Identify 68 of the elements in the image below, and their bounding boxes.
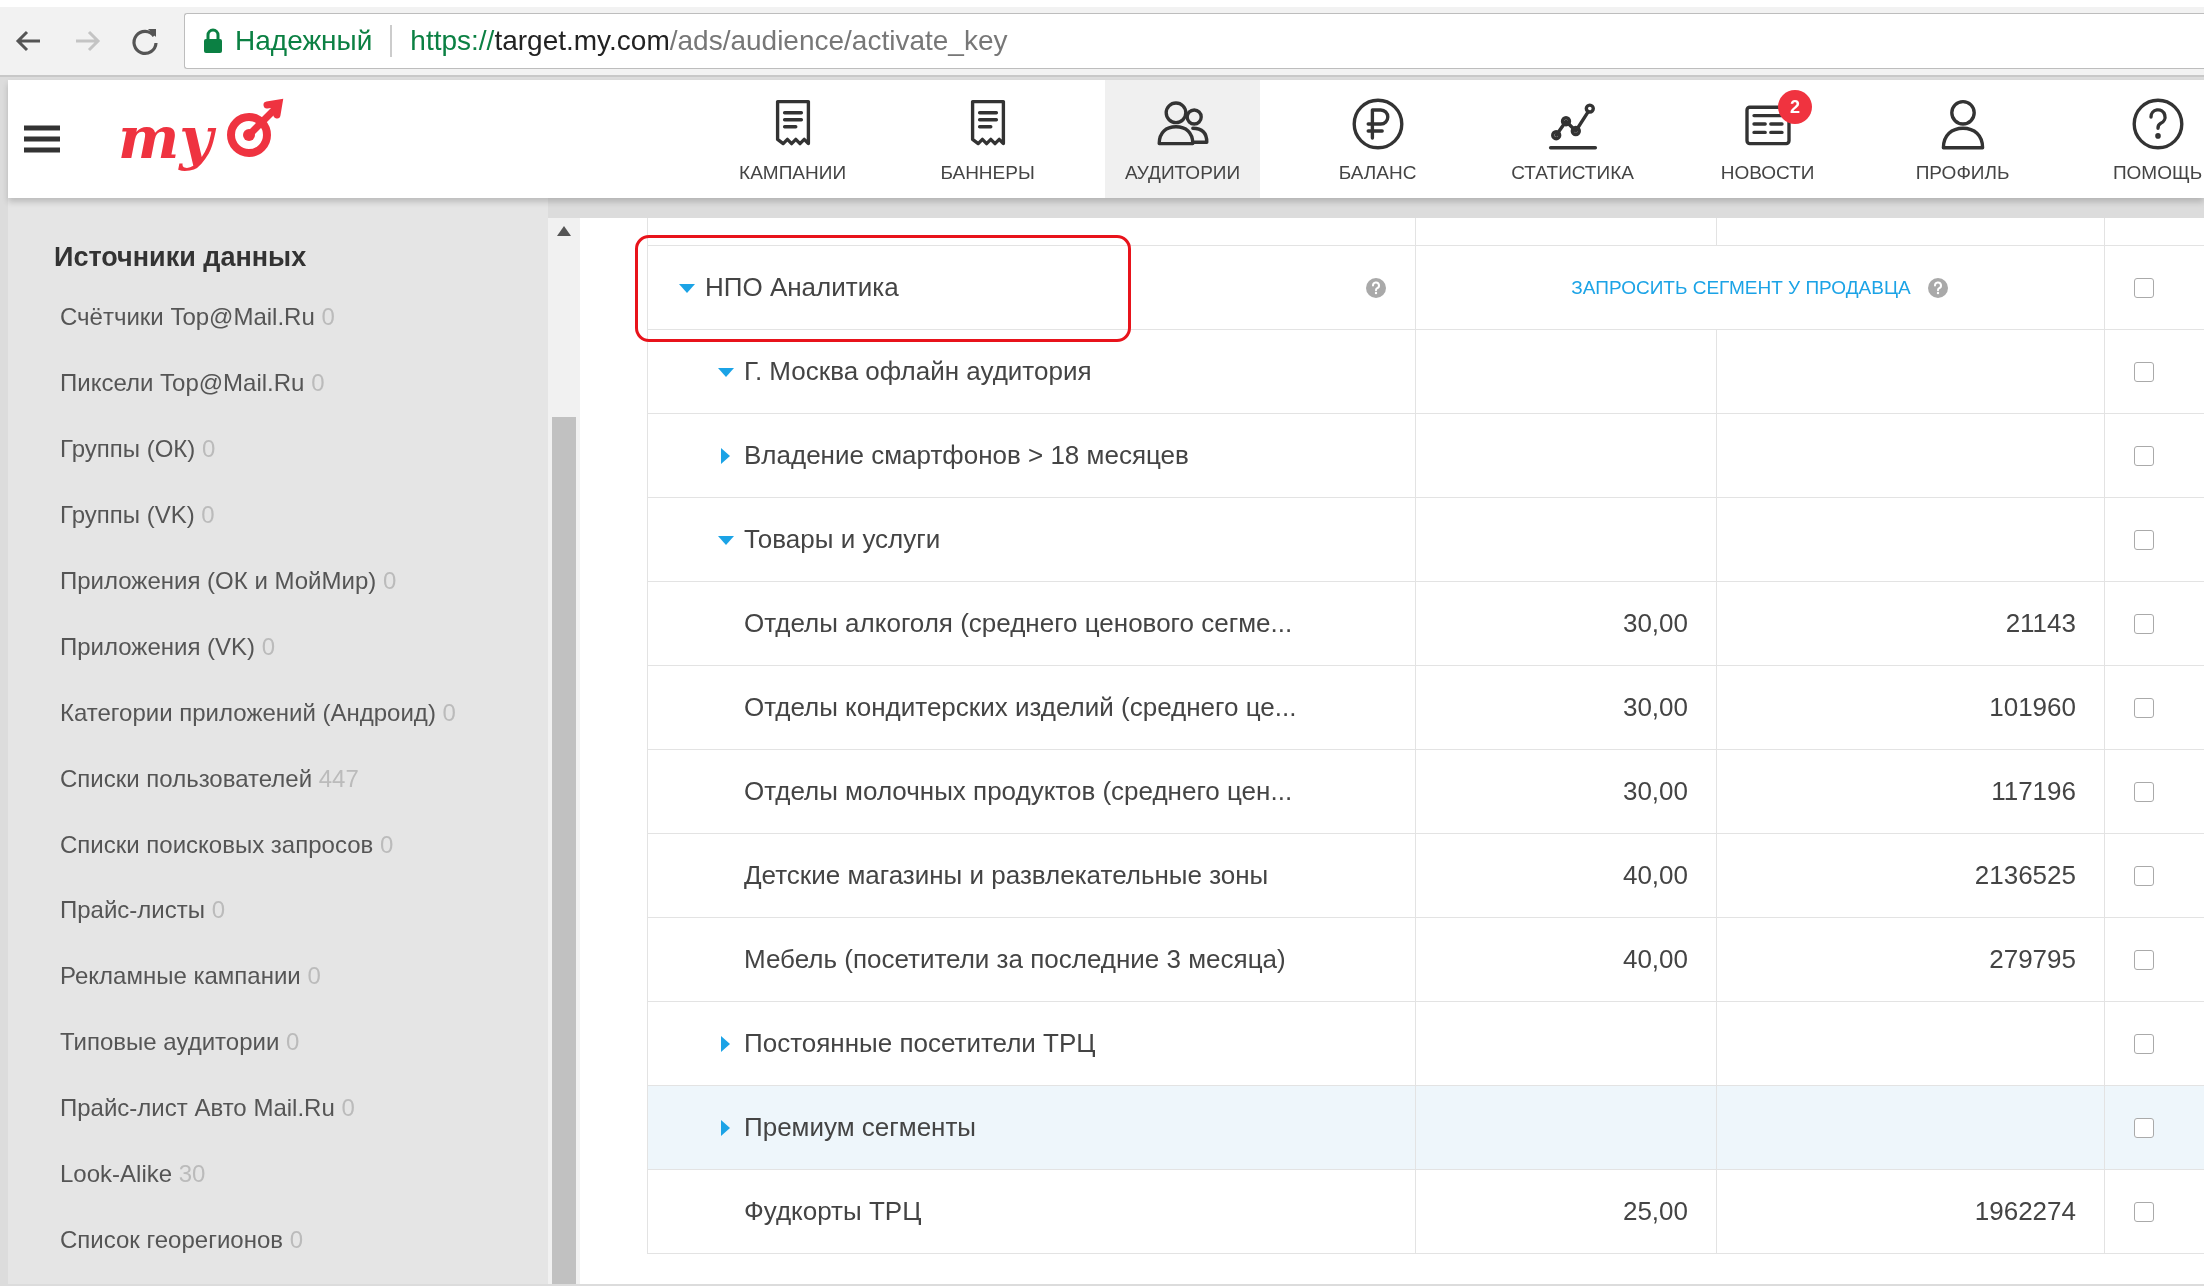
segment-name: НПО Аналитика xyxy=(705,272,899,303)
table-row[interactable]: Отделы молочных продуктов (среднего цен... 30,00 117196 xyxy=(647,750,2204,834)
table-cell: 30,00 xyxy=(1622,692,1688,723)
checkbox[interactable] xyxy=(2133,1033,2154,1054)
lock-icon xyxy=(203,28,223,54)
logo-text[interactable]: my xyxy=(114,98,224,180)
table-row[interactable]: Товары и услуги xyxy=(647,498,2204,582)
segment-name: Отделы алкоголя (среднего ценового сегме... xyxy=(744,608,1293,639)
table-row[interactable]: НПО Аналитика ЗАПРОСИТЬ СЕГМЕНТ У ПРОДАВЦА xyxy=(647,246,2204,330)
segment-name: Премиум сегменты xyxy=(744,1112,977,1143)
table-row[interactable]: Фудкорты ТРЦ 25,00 1962274 xyxy=(647,1170,2204,1254)
checkbox[interactable] xyxy=(2133,1201,2154,1222)
url-text: https://target.my.com/ads/audience/activate_key xyxy=(410,25,1008,57)
checkbox[interactable] xyxy=(2133,277,2154,298)
segment-name: Отделы кондитерских изделий (среднего це... xyxy=(744,692,1297,723)
checkbox[interactable] xyxy=(2133,445,2154,466)
table-row[interactable]: Г. Москва офлайн аудитория xyxy=(647,330,2204,414)
nav-tab[interactable]: 2 НОВОСТИ xyxy=(1690,80,1846,198)
segment-name: Мебель (посетители за последние 3 месяца) xyxy=(744,944,1286,975)
help-icon[interactable] xyxy=(1926,276,1949,299)
checkbox[interactable] xyxy=(2133,697,2154,718)
table-cell: 1962274 xyxy=(1974,1196,2076,1227)
table-cell: 117196 xyxy=(1991,776,2076,807)
table-cell: 21143 xyxy=(2005,608,2076,639)
segment-name: Товары и услуги xyxy=(744,524,941,555)
help-icon[interactable] xyxy=(1365,276,1387,299)
nav-tab[interactable]: ПОМОЩЬ xyxy=(2080,80,2204,198)
notification-badge: 2 xyxy=(1778,90,1813,124)
scrollbar[interactable] xyxy=(548,218,580,1284)
address-bar[interactable]: Надежный https://target.my.com/ads/audience/activate_key xyxy=(184,13,2204,69)
table-cell: 40,00 xyxy=(1622,860,1688,891)
checkbox[interactable] xyxy=(2133,865,2154,886)
checkbox[interactable] xyxy=(2133,613,2154,634)
table-row[interactable]: Отделы алкоголя (среднего ценового сегме... 30,00 21143 xyxy=(647,582,2204,666)
nav-tab[interactable]: КАМПАНИИ xyxy=(715,80,871,198)
table-cell: 2136525 xyxy=(1974,860,2076,891)
scrollbar-thumb[interactable] xyxy=(552,417,576,1284)
security-label: Надежный xyxy=(235,25,373,57)
table-row[interactable]: Отделы кондитерских изделий (среднего це... 30,00 101960 xyxy=(647,666,2204,750)
nav-tab[interactable]: СТАТИСТИКА xyxy=(1495,80,1651,198)
table-row[interactable]: Владение смартфонов > 18 месяцев xyxy=(647,414,2204,498)
segment-name: Фудкорты ТРЦ xyxy=(744,1196,922,1227)
table-row[interactable]: Детские магазины и развлекательные зоны 40,00 2136525 xyxy=(647,834,2204,918)
menu-icon[interactable] xyxy=(24,125,60,153)
table-cell: 279795 xyxy=(1989,944,2076,975)
table-row[interactable]: Премиум сегменты xyxy=(647,1086,2204,1170)
table-row[interactable]: Мебель (посетители за последние 3 месяца) 40,00 279795 xyxy=(647,918,2204,1002)
segment-name: Владение смартфонов > 18 месяцев xyxy=(744,440,1189,471)
segment-name: Отделы молочных продуктов (среднего цен... xyxy=(744,776,1293,807)
checkbox[interactable] xyxy=(2133,781,2154,802)
table-cell: 40,00 xyxy=(1622,944,1688,975)
nav-tab[interactable]: ПРОФИЛЬ xyxy=(1885,80,2041,198)
checkbox[interactable] xyxy=(2133,949,2154,970)
table-cell: 30,00 xyxy=(1622,608,1688,639)
scroll-up-icon[interactable] xyxy=(557,226,571,236)
table-cell: 25,00 xyxy=(1622,1196,1688,1227)
segment-name: Детские магазины и развлекательные зоны xyxy=(744,860,1269,891)
nav-tab[interactable]: БАЛАНС xyxy=(1300,80,1456,198)
nav-tab[interactable]: АУДИТОРИИ xyxy=(1105,80,1261,198)
segment-name: Г. Москва офлайн аудитория xyxy=(744,356,1092,387)
nav-tab[interactable]: БАННЕРЫ xyxy=(910,80,1066,198)
sidebar-title: Источники данных xyxy=(54,242,308,273)
segment-name: Постоянные посетители ТРЦ xyxy=(744,1028,1096,1059)
table-cell: 101960 xyxy=(1989,692,2076,723)
checkbox[interactable] xyxy=(2133,529,2154,550)
table-cell: 30,00 xyxy=(1622,776,1688,807)
checkbox[interactable] xyxy=(2133,361,2154,382)
checkbox[interactable] xyxy=(2133,1117,2154,1138)
